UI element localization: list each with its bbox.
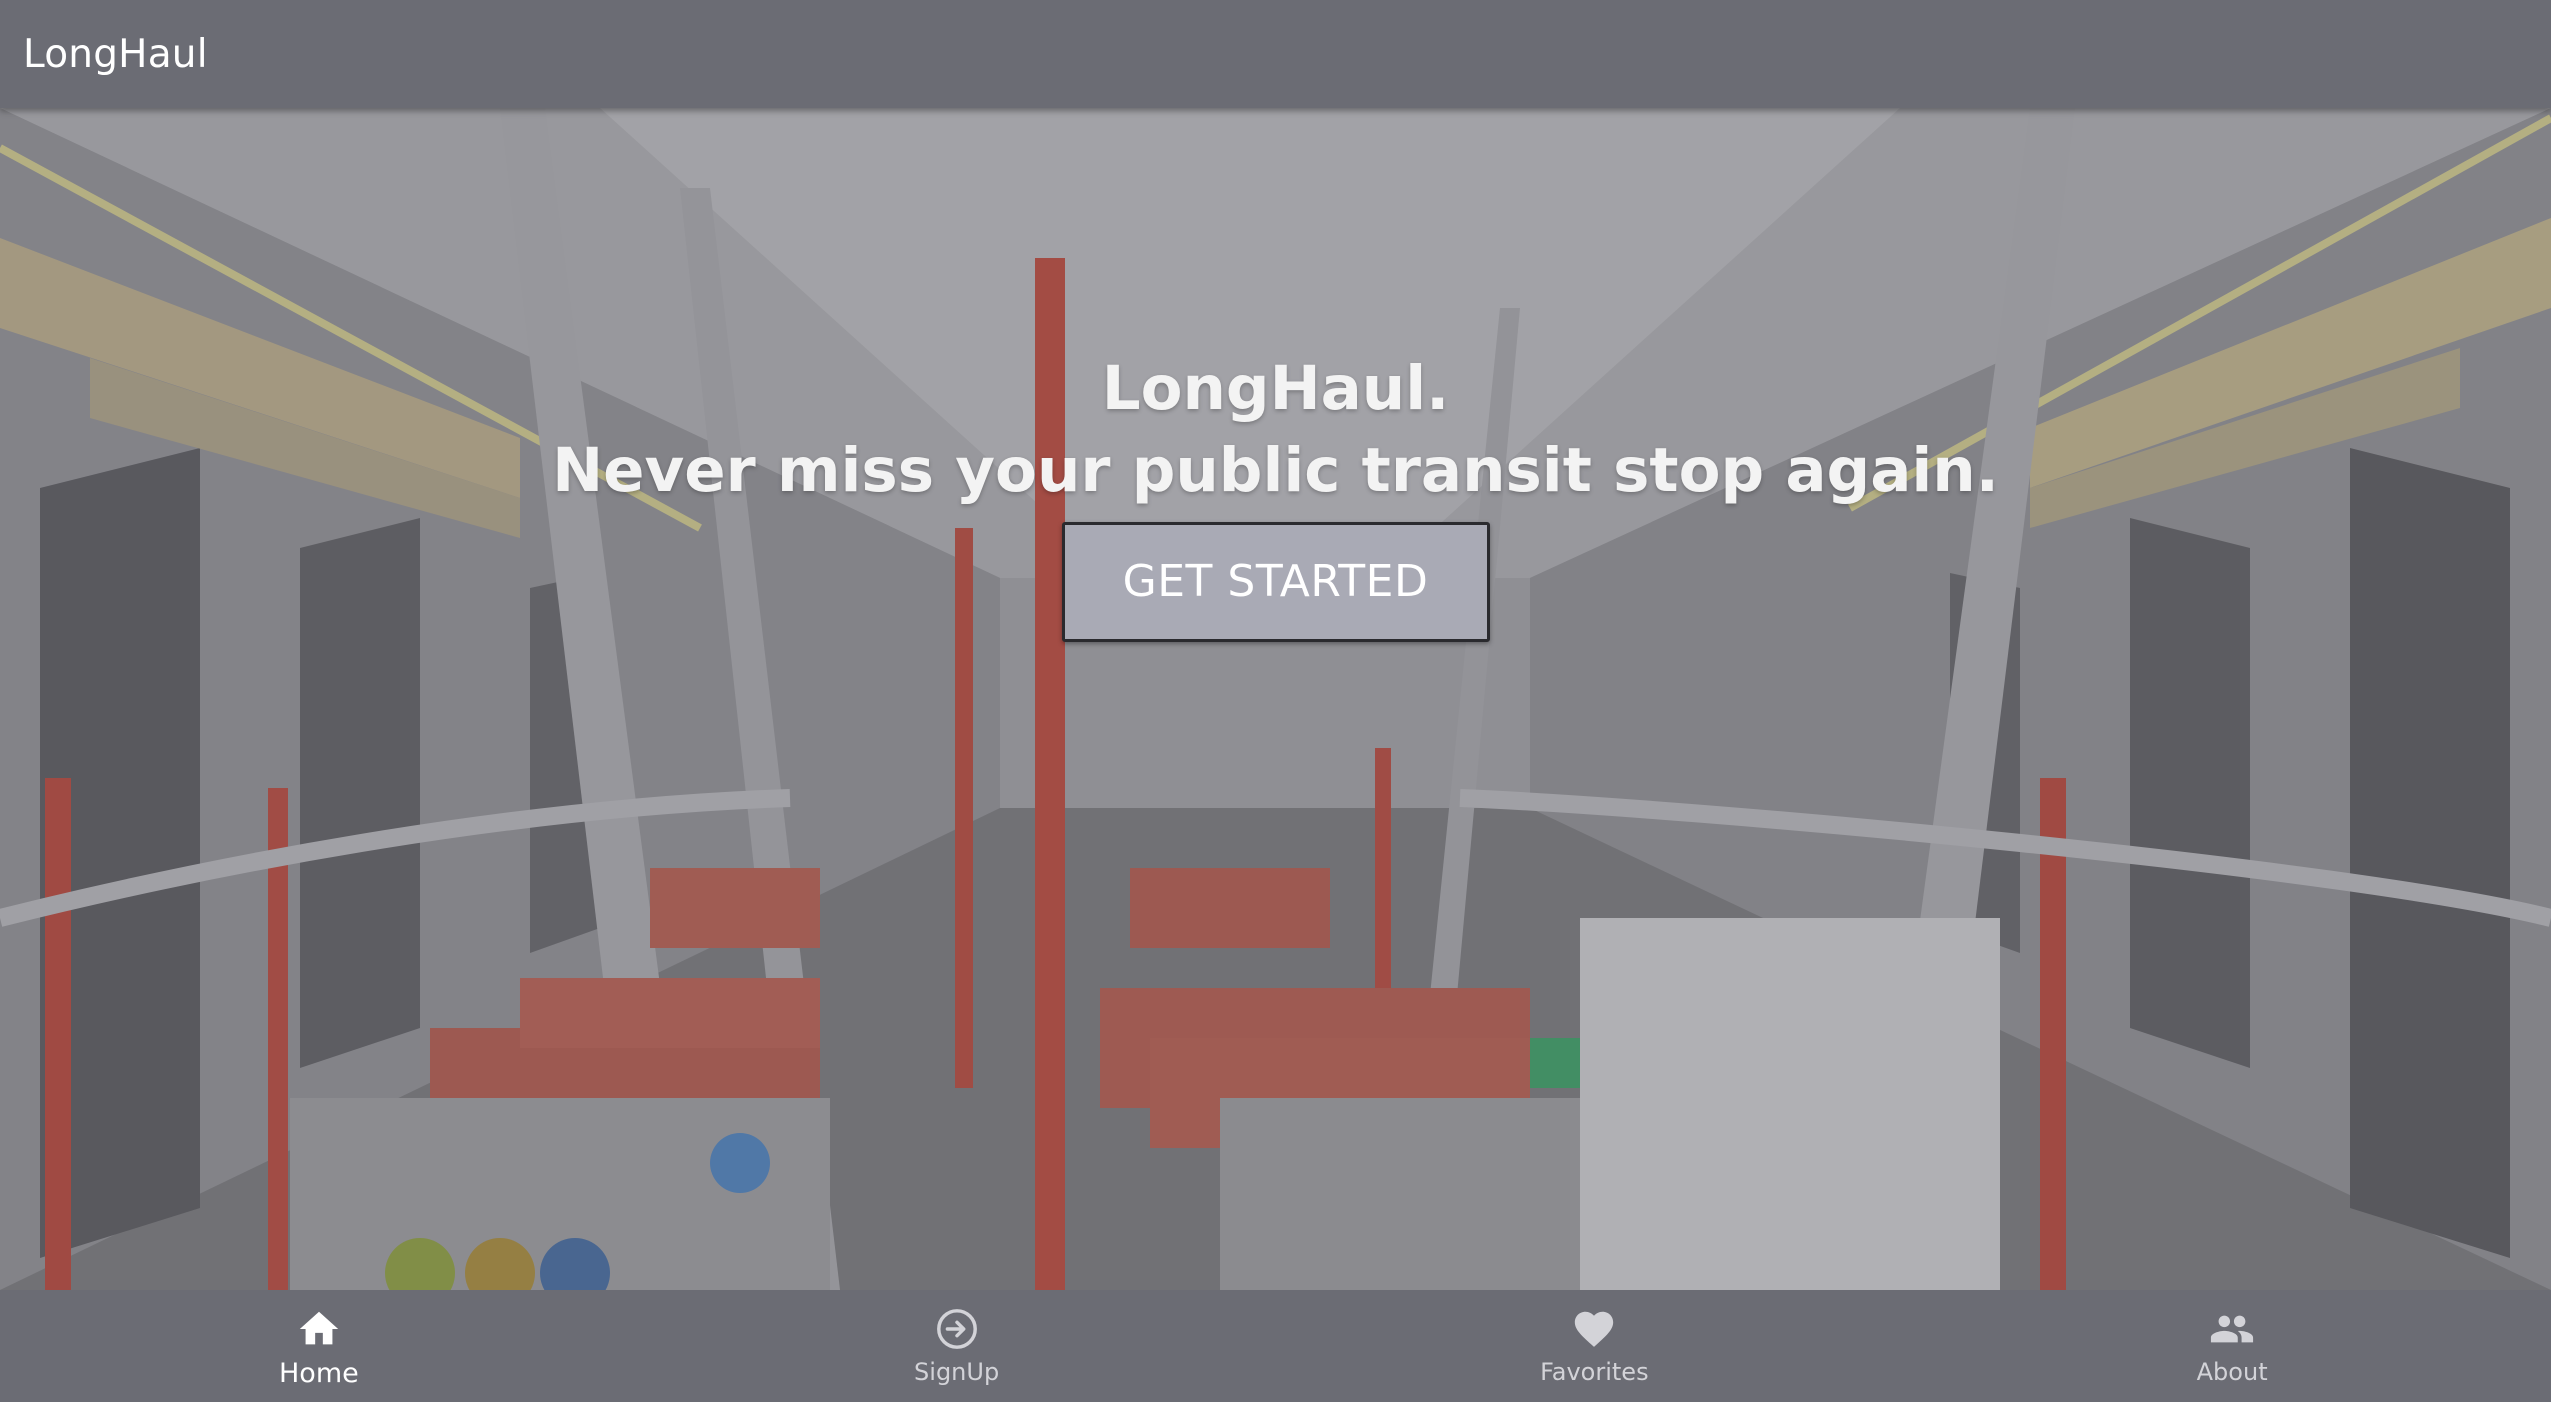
nav-label-about: About bbox=[2196, 1358, 2268, 1386]
nav-item-about[interactable]: About bbox=[1913, 1290, 2551, 1402]
heart-icon bbox=[1575, 1311, 1614, 1347]
nav-item-favorites[interactable]: Favorites bbox=[1276, 1290, 1914, 1402]
bottom-navigation: Home SignUp Favorites About bbox=[0, 1290, 2551, 1402]
hero-section: LongHaul. Never miss your public transit… bbox=[0, 108, 2551, 1290]
hero-content: LongHaul. Never miss your public transit… bbox=[0, 348, 2551, 642]
app-root: LongHaul LongHaul. Never miss your publi… bbox=[0, 0, 2551, 1402]
home-icon bbox=[299, 1311, 339, 1345]
login-icon bbox=[936, 1309, 977, 1349]
nav-label-home: Home bbox=[279, 1358, 359, 1389]
nav-label-favorites: Favorites bbox=[1540, 1358, 1649, 1386]
hero-tagline: Never miss your public transit stop agai… bbox=[552, 435, 1999, 506]
nav-label-signup: SignUp bbox=[914, 1358, 1000, 1386]
hero-headline: LongHaul. bbox=[1101, 353, 1450, 424]
people-icon bbox=[2211, 1315, 2254, 1343]
app-title: LongHaul bbox=[23, 31, 208, 77]
nav-item-signup[interactable]: SignUp bbox=[638, 1290, 1276, 1402]
get-started-button[interactable]: GET STARTED bbox=[1061, 522, 1490, 642]
nav-item-home[interactable]: Home bbox=[0, 1290, 638, 1402]
app-bar: LongHaul bbox=[0, 0, 2551, 108]
hero-overlay bbox=[0, 108, 2551, 1290]
